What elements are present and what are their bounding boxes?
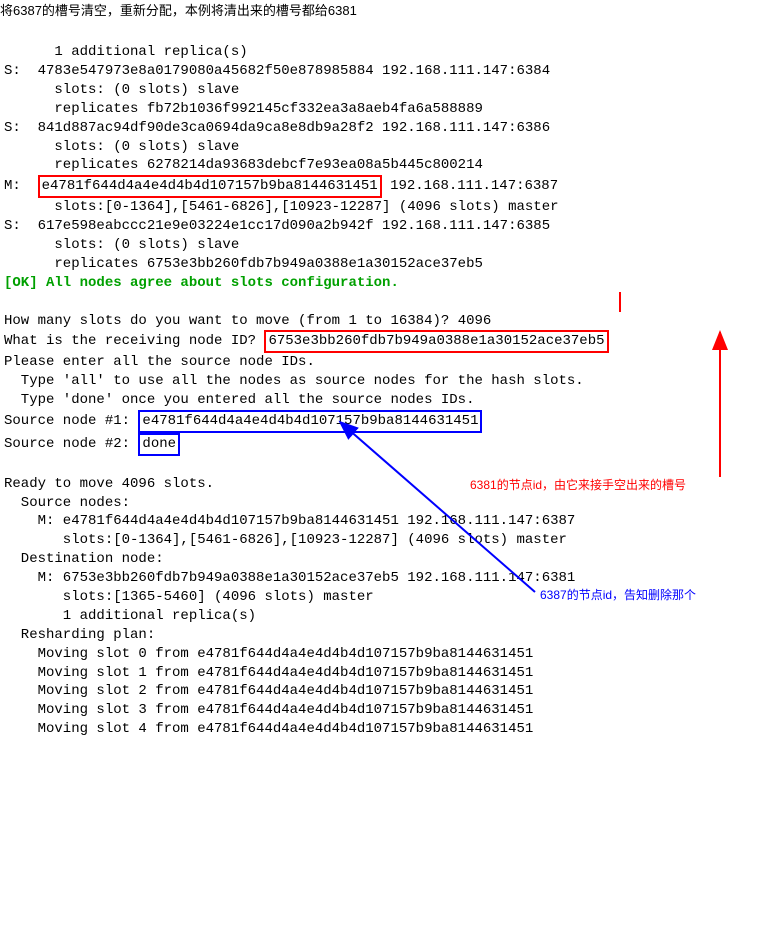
- line: M: e4781f644d4a4e4d4b4d107157b9ba8144631…: [4, 513, 575, 529]
- line: 1 additional replica(s): [4, 608, 256, 624]
- m-suffix: 192.168.111.147:6387: [382, 178, 558, 194]
- recv-q: What is the receiving node ID?: [4, 333, 264, 349]
- line: S: 4783e547973e8a0179080a45682f50e878985…: [4, 63, 550, 79]
- page-caption: 将6387的槽号清空，重新分配，本例将清出来的槽号都给6381: [0, 0, 758, 22]
- line: Source nodes:: [4, 495, 130, 511]
- recv-node-id-box: 6753e3bb260fdb7b949a0388e1a30152ace37eb5: [264, 330, 608, 353]
- line: replicates fb72b1036f992145cf332ea3a8aeb…: [4, 101, 483, 117]
- node-id-6387: e4781f644d4a4e4d4b4d107157b9ba8144631451: [42, 178, 378, 194]
- source-1: Source node #1: e4781f644d4a4e4d4b4d1071…: [4, 413, 482, 429]
- line: Moving slot 4 from e4781f644d4a4e4d4b4d1…: [4, 721, 533, 737]
- source-node-2: done: [142, 436, 176, 452]
- line: slots:[0-1364],[5461-6826],[10923-12287]…: [4, 199, 559, 215]
- line: slots:[1365-5460] (4096 slots) master: [4, 589, 374, 605]
- line: slots: (0 slots) slave: [4, 237, 239, 253]
- line: Type 'done' once you entered all the sou…: [4, 392, 474, 408]
- line: replicates 6278214da93683debcf7e93ea08a5…: [4, 157, 483, 173]
- slots-a: 4096: [458, 313, 492, 329]
- annotation-6381: 6381的节点id，由它来接手空出来的槽号: [470, 477, 686, 493]
- line: S: 617e598eabccc21e9e03224e1cc17d090a2b9…: [4, 218, 550, 234]
- annotation-6381-text: 6381的节点id，由它来接手空出来的槽号: [470, 478, 686, 492]
- terminal-output: 1 additional replica(s) S: 4783e547973e8…: [0, 22, 758, 930]
- line: replicates 6753e3bb260fdb7b949a0388e1a30…: [4, 256, 483, 272]
- line: slots: (0 slots) slave: [4, 139, 239, 155]
- source-node-2-box: done: [138, 433, 180, 456]
- caption-text: 将6387的槽号清空，重新分配，本例将清出来的槽号都给6381: [0, 3, 357, 18]
- line: M: 6753e3bb260fdb7b949a0388e1a30152ace37…: [4, 570, 575, 586]
- source-node-1: e4781f644d4a4e4d4b4d107157b9ba8144631451: [142, 413, 478, 429]
- node-id-6387-box: e4781f644d4a4e4d4b4d107157b9ba8144631451: [38, 175, 382, 198]
- line: Moving slot 0 from e4781f644d4a4e4d4b4d1…: [4, 646, 533, 662]
- line: S: 841d887ac94df90de3ca0694da9ca8e8db9a2…: [4, 120, 550, 136]
- src1-label: Source node #1:: [4, 413, 138, 429]
- line: slots:[0-1364],[5461-6826],[10923-12287]…: [4, 532, 567, 548]
- line: slots: (0 slots) slave: [4, 82, 239, 98]
- line: 1 additional replica(s): [4, 44, 248, 60]
- line: Ready to move 4096 slots.: [4, 476, 214, 492]
- line: Moving slot 1 from e4781f644d4a4e4d4b4d1…: [4, 665, 533, 681]
- recv-node-id: 6753e3bb260fdb7b949a0388e1a30152ace37eb5: [268, 333, 604, 349]
- master-line: M: e4781f644d4a4e4d4b4d107157b9ba8144631…: [4, 178, 558, 194]
- m-prefix: M:: [4, 178, 38, 194]
- line: Moving slot 2 from e4781f644d4a4e4d4b4d1…: [4, 683, 533, 699]
- line: Resharding plan:: [4, 627, 155, 643]
- source-2: Source node #2: done: [4, 436, 180, 452]
- slots-prompt: How many slots do you want to move (from…: [4, 313, 491, 329]
- annotation-6387-text: 6387的节点id，告知删除那个: [540, 588, 696, 602]
- line: Destination node:: [4, 551, 164, 567]
- line: Please enter all the source node IDs.: [4, 354, 315, 370]
- recv-prompt: What is the receiving node ID? 6753e3bb2…: [4, 333, 609, 349]
- source-node-1-box: e4781f644d4a4e4d4b4d107157b9ba8144631451: [138, 410, 482, 433]
- slots-q: How many slots do you want to move (from…: [4, 313, 458, 329]
- line: Moving slot 3 from e4781f644d4a4e4d4b4d1…: [4, 702, 533, 718]
- ok-line: [OK] All nodes agree about slots configu…: [4, 275, 399, 291]
- annotation-6387: 6387的节点id，告知删除那个: [540, 587, 696, 603]
- src2-label: Source node #2:: [4, 436, 138, 452]
- line: Type 'all' to use all the nodes as sourc…: [4, 373, 584, 389]
